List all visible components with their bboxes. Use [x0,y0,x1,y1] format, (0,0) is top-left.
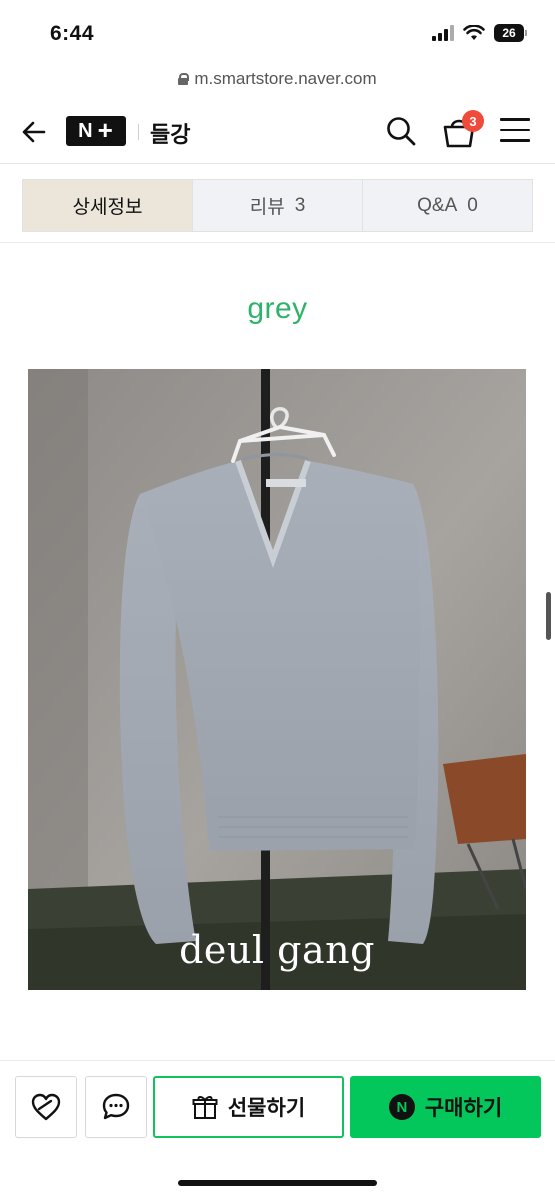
store-header: N + 들강 3 [0,100,555,164]
lock-icon [178,73,190,85]
url-bar[interactable]: m.smartstore.naver.com [0,66,555,92]
talk-button[interactable] [85,1076,147,1138]
tab-label: 상세정보 [72,197,143,218]
cart-count-badge: 3 [462,110,484,132]
buy-button[interactable]: N 구매하기 [350,1076,541,1138]
naver-plus-logo[interactable]: N + [66,116,126,146]
status-bar: 6:44 26 [0,0,555,62]
sweater-image [28,369,526,990]
tab-qna[interactable]: Q&A 0 [362,180,532,231]
logo-letter: N [78,119,94,142]
status-icons: 26 [432,24,527,42]
color-option-label: grey [247,292,308,325]
gift-icon [192,1096,218,1119]
heart-icon [31,1093,61,1121]
photo-watermark: deul gang [179,928,375,972]
cellular-signal-icon [432,25,454,41]
status-time: 6:44 [50,22,95,45]
tab-count: 3 [294,194,306,216]
search-icon[interactable] [384,114,418,148]
wishlist-button[interactable] [15,1076,77,1138]
header-divider [138,124,139,140]
url-text: m.smartstore.naver.com [194,69,377,88]
store-name[interactable]: 들강 [150,117,190,149]
gift-button[interactable]: 선물하기 [153,1076,344,1138]
scrollbar-thumb[interactable] [546,592,551,640]
tab-reviews[interactable]: 리뷰 3 [192,180,362,231]
product-photo[interactable]: deul gang [28,369,526,990]
battery-level: 26 [494,24,524,42]
tab-count: 0 [467,194,478,216]
menu-icon[interactable] [500,118,530,146]
product-tabs: 상세정보 리뷰 3 Q&A 0 [22,179,533,232]
tab-detail-info[interactable]: 상세정보 [23,180,192,231]
battery-icon: 26 [494,24,527,42]
tab-label: Q&A [417,194,458,216]
home-indicator[interactable] [178,1180,377,1186]
bottom-action-bar: 선물하기 N 구매하기 [0,1060,555,1200]
gift-button-label: 선물하기 [227,1097,306,1120]
section-divider [0,242,555,243]
buy-button-label: 구매하기 [424,1097,503,1120]
naver-pay-badge: N [388,1094,415,1120]
logo-plus: + [97,115,114,145]
wifi-icon [463,25,485,40]
back-arrow-icon[interactable] [18,116,50,148]
chat-bubble-icon [102,1093,130,1120]
tab-label: 리뷰 [249,197,285,218]
